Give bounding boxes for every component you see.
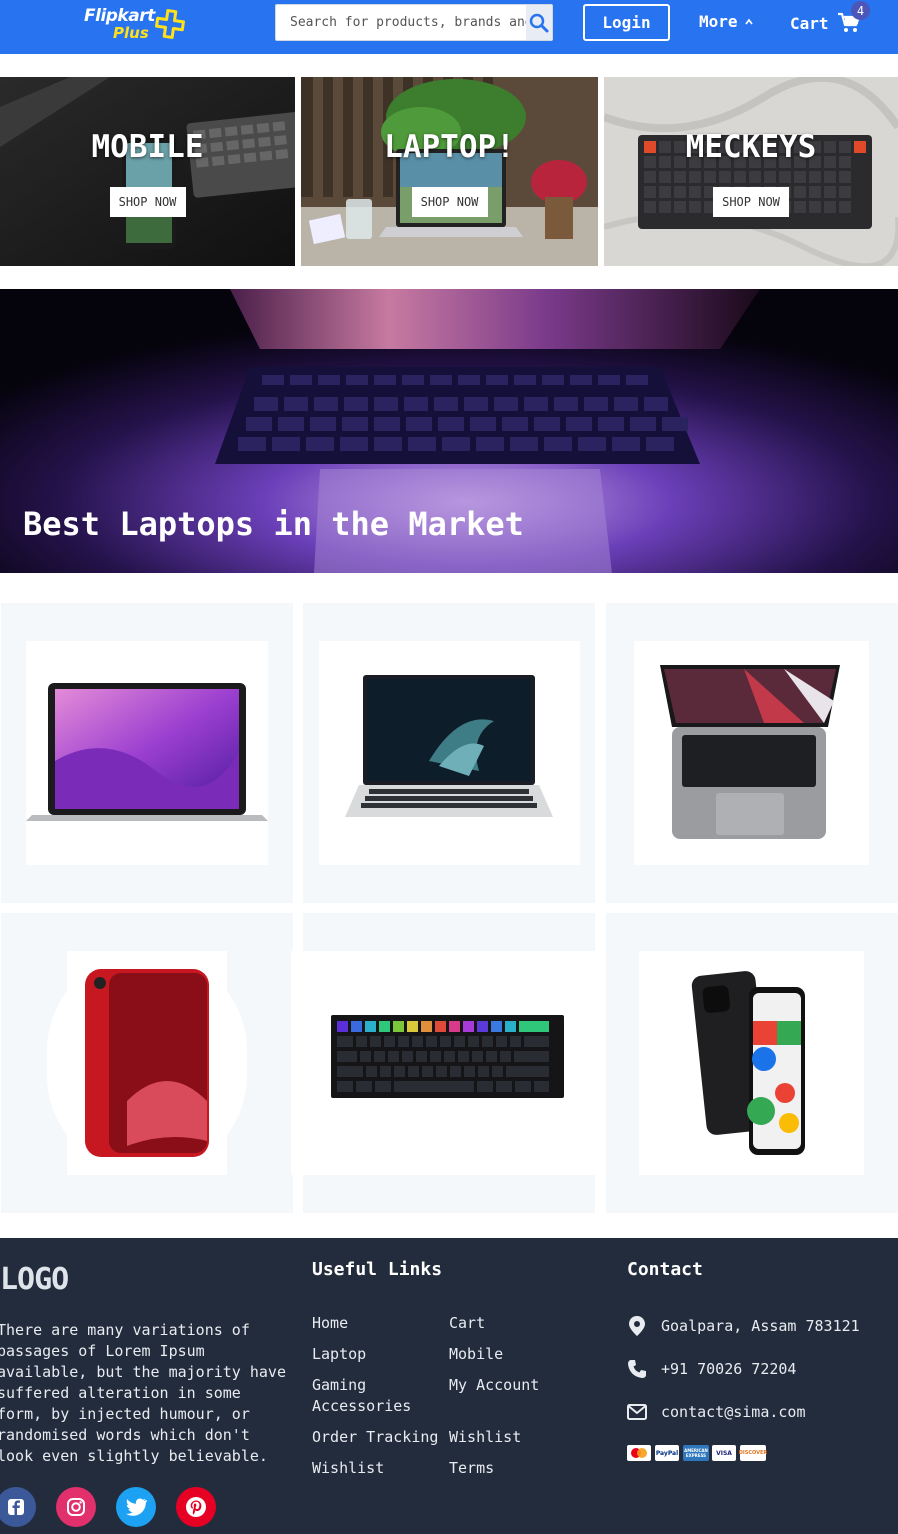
plus-icon: [155, 9, 185, 39]
more-menu[interactable]: More: [699, 12, 754, 31]
amex-icon: AMERICAN EXPRESS: [683, 1445, 709, 1461]
contact-phone: +91 70026 72204: [627, 1359, 796, 1379]
pinterest-icon: [186, 1497, 206, 1517]
shop-now-button[interactable]: SHOP NOW: [109, 187, 186, 217]
chevron-up-icon: [744, 18, 753, 24]
mastercard-icon: [627, 1445, 651, 1461]
facebook-icon: [8, 1499, 24, 1515]
phone-icon: [628, 1360, 646, 1378]
cart-link[interactable]: Cart: [790, 12, 861, 34]
footer-link-my-account[interactable]: My Account: [449, 1375, 539, 1396]
footer-link-wishlist[interactable]: Wishlist: [312, 1458, 384, 1479]
cart-count-badge: 4: [851, 1, 870, 20]
product-image-frame: [67, 951, 227, 1175]
shop-now-button[interactable]: SHOP NOW: [411, 187, 488, 217]
email-text[interactable]: contact@sima.com: [661, 1403, 806, 1421]
mobile-photo: [0, 77, 295, 266]
instagram-button[interactable]: [56, 1487, 96, 1527]
twitter-icon: [126, 1498, 147, 1516]
category-title: MOBILE: [91, 129, 204, 165]
footer-link-home[interactable]: Home: [312, 1313, 348, 1334]
mastercard-logo: [631, 1448, 647, 1458]
footer-logo[interactable]: LOGO: [0, 1262, 69, 1297]
hero-banner[interactable]: Best Laptops in the Market: [0, 289, 898, 573]
facebook-button[interactable]: [0, 1487, 36, 1527]
instagram-icon: [67, 1498, 85, 1516]
search-input[interactable]: [276, 5, 526, 40]
product-image-frame: [26, 641, 268, 865]
product-card[interactable]: [1, 913, 293, 1213]
category-title: LAPTOP!: [384, 129, 515, 165]
product-image-frame: [291, 951, 600, 1175]
pinterest-button[interactable]: [176, 1487, 216, 1527]
cart-label: Cart: [790, 13, 829, 33]
discover-icon: DISCOVER: [739, 1445, 767, 1461]
category-tile-mobile[interactable]: MOBILE SHOP NOW: [0, 77, 295, 266]
paypal-icon: PayPal: [655, 1445, 679, 1461]
flipkart-plus-logo[interactable]: Flipkart Plus: [84, 4, 194, 44]
footer-description: There are many variations of passages of…: [0, 1321, 286, 1465]
laptop-photo: [301, 77, 598, 266]
product-card[interactable]: [606, 603, 898, 903]
footer-link-order-tracking[interactable]: Order Tracking: [312, 1427, 438, 1448]
contact-email: contact@sima.com: [627, 1403, 806, 1421]
location-pin-icon: [629, 1316, 645, 1336]
email-icon: [627, 1404, 647, 1420]
category-title: MECKEYS: [685, 129, 817, 165]
macbook-air-image: [26, 683, 268, 821]
product-card[interactable]: [1, 603, 293, 903]
top-navbar: Flipkart Plus Login More Cart 4: [0, 0, 898, 54]
pixel-phone-image: [691, 971, 805, 1155]
useful-links-heading: Useful Links: [312, 1259, 443, 1280]
more-label: More: [699, 12, 738, 31]
hero-title: Best Laptops in the Market: [23, 505, 524, 543]
footer-link-mobile[interactable]: Mobile: [449, 1344, 503, 1365]
search-icon: [529, 13, 549, 32]
product-image-frame: [634, 641, 869, 865]
logo-main-text: Flipkart: [84, 6, 155, 26]
site-footer: LOGO There are many variations of passag…: [0, 1238, 898, 1534]
contact-heading: Contact: [627, 1259, 703, 1280]
product-card[interactable]: [303, 603, 595, 903]
samsung-laptop-image: [345, 675, 553, 817]
footer-link-laptop[interactable]: Laptop: [312, 1344, 366, 1365]
contact-address: Goalpara, Assam 783121: [627, 1315, 860, 1337]
iphone-xr-image: [85, 969, 209, 1157]
product-image-frame: [639, 951, 864, 1175]
search-button[interactable]: [526, 5, 552, 40]
keyboard-photo: [604, 77, 898, 266]
footer-link-cart[interactable]: Cart: [449, 1313, 485, 1334]
category-tile-laptop[interactable]: LAPTOP! SHOP NOW: [301, 77, 598, 266]
footer-link-wishlist-2[interactable]: Wishlist: [449, 1427, 521, 1448]
search-box: [275, 4, 553, 41]
macbook-pro-image: [660, 665, 840, 839]
footer-link-terms[interactable]: Terms: [449, 1458, 494, 1479]
product-card[interactable]: [291, 913, 600, 1213]
product-image-frame: [319, 641, 580, 865]
shop-now-button[interactable]: SHOP NOW: [713, 187, 789, 217]
twitter-button[interactable]: [116, 1487, 156, 1527]
login-button[interactable]: Login: [583, 4, 670, 41]
category-tile-meckeys[interactable]: MECKEYS SHOP NOW: [604, 77, 898, 266]
phone-text[interactable]: +91 70026 72204: [661, 1360, 796, 1378]
address-text: Goalpara, Assam 783121: [661, 1317, 860, 1335]
logo-sub-text: Plus: [113, 24, 149, 42]
footer-link-gaming-accessories[interactable]: Gaming Accessories: [312, 1375, 412, 1417]
product-card[interactable]: [606, 913, 898, 1213]
visa-icon: VISA: [712, 1445, 736, 1461]
mechanical-keyboard-image: [331, 1015, 564, 1098]
